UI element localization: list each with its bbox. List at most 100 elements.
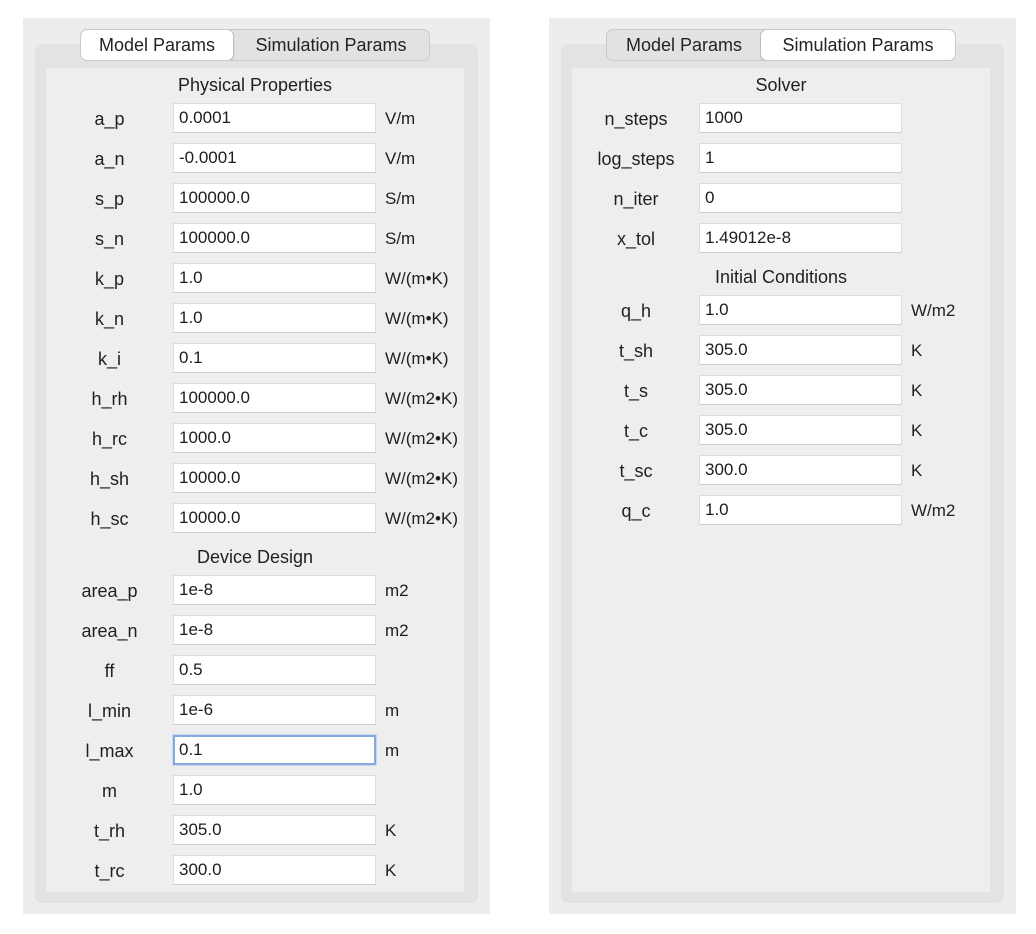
param-input-h-sh[interactable] xyxy=(173,463,376,493)
tab-model-params[interactable]: Model Params xyxy=(81,30,234,60)
param-label: k_n xyxy=(94,308,125,329)
param-input-area-p[interactable] xyxy=(173,575,376,605)
param-unit: V/m xyxy=(385,149,416,168)
param-label: a_p xyxy=(94,108,125,129)
param-row-k-n: k_n W/(m•K) xyxy=(46,302,464,336)
param-unit: m xyxy=(385,701,400,720)
param-label: l_min xyxy=(87,700,131,721)
param-input-s-n[interactable] xyxy=(173,223,376,253)
simulation-params-panel: Model Params Simulation Params Solver n_… xyxy=(549,18,1016,914)
model-params-panel: Model Params Simulation Params Physical … xyxy=(23,18,490,914)
param-row-area-p: area_p m2 xyxy=(46,574,464,608)
param-row-k-p: k_p W/(m•K) xyxy=(46,262,464,296)
param-row-s-p: s_p S/m xyxy=(46,182,464,216)
param-unit: W/(m2•K) xyxy=(385,509,458,528)
param-label: q_c xyxy=(621,500,651,521)
param-label: t_rh xyxy=(93,820,126,841)
param-row-area-n: area_n m2 xyxy=(46,614,464,648)
param-unit: W/(m•K) xyxy=(385,309,449,328)
param-label: area_n xyxy=(81,620,138,641)
param-row-k-i: k_i W/(m•K) xyxy=(46,342,464,376)
param-label: k_p xyxy=(94,268,125,289)
param-unit: W/(m2•K) xyxy=(385,429,458,448)
param-input-a-p[interactable] xyxy=(173,103,376,133)
param-label: t_sc xyxy=(619,460,653,481)
param-input-t-rh[interactable] xyxy=(173,815,376,845)
param-label: t_s xyxy=(623,380,648,401)
param-input-log-steps[interactable] xyxy=(699,143,902,173)
param-row-l-min: l_min m xyxy=(46,694,464,728)
param-input-h-sc[interactable] xyxy=(173,503,376,533)
param-input-t-s[interactable] xyxy=(699,375,902,405)
param-row-t-sh: t_sh K xyxy=(572,334,990,368)
param-input-x-tol[interactable] xyxy=(699,223,902,253)
param-input-t-c[interactable] xyxy=(699,415,902,445)
param-input-k-n[interactable] xyxy=(173,303,376,333)
param-input-k-i[interactable] xyxy=(173,343,376,373)
param-label: n_steps xyxy=(604,108,668,129)
param-row-h-sh: h_sh W/(m2•K) xyxy=(46,462,464,496)
param-label: t_rc xyxy=(94,860,125,881)
param-label: h_sc xyxy=(90,508,129,529)
param-row-l-max: l_max m xyxy=(46,734,464,768)
tab-simulation-params[interactable]: Simulation Params xyxy=(760,30,955,60)
param-input-l-min[interactable] xyxy=(173,695,376,725)
param-label: h_sh xyxy=(89,468,130,489)
tab-model-params[interactable]: Model Params xyxy=(607,30,761,60)
param-row-a-n: a_n V/m xyxy=(46,142,464,176)
param-unit: K xyxy=(911,421,923,440)
param-unit: K xyxy=(385,861,397,880)
param-input-s-p[interactable] xyxy=(173,183,376,213)
param-input-q-h[interactable] xyxy=(699,295,902,325)
param-row-ff: ff xyxy=(46,654,464,688)
param-input-n-iter[interactable] xyxy=(699,183,902,213)
param-input-h-rc[interactable] xyxy=(173,423,376,453)
param-row-n-iter: n_iter xyxy=(572,182,990,216)
param-row-q-h: q_h W/m2 xyxy=(572,294,990,328)
param-unit: S/m xyxy=(385,229,416,248)
param-input-t-sh[interactable] xyxy=(699,335,902,365)
param-input-m[interactable] xyxy=(173,775,376,805)
param-input-t-sc[interactable] xyxy=(699,455,902,485)
param-unit: K xyxy=(911,461,923,480)
param-label: n_iter xyxy=(613,188,659,209)
param-label: s_p xyxy=(94,188,125,209)
param-label: q_h xyxy=(620,300,652,321)
param-input-h-rh[interactable] xyxy=(173,383,376,413)
param-input-q-c[interactable] xyxy=(699,495,902,525)
param-row-t-sc: t_sc K xyxy=(572,454,990,488)
param-row-h-rh: h_rh W/(m2•K) xyxy=(46,382,464,416)
tab-bar: Model Params Simulation Params xyxy=(80,29,430,61)
param-label: x_tol xyxy=(616,228,656,249)
param-row-t-s: t_s K xyxy=(572,374,990,408)
param-label: l_max xyxy=(85,740,134,761)
param-row-t-c: t_c K xyxy=(572,414,990,448)
param-label: m xyxy=(102,780,117,801)
param-label: a_n xyxy=(94,148,125,169)
param-input-a-n[interactable] xyxy=(173,143,376,173)
param-label: area_p xyxy=(81,580,138,601)
section-device-design: Device Design xyxy=(196,546,314,567)
param-input-l-max[interactable] xyxy=(173,735,376,765)
param-unit: K xyxy=(911,341,923,360)
param-unit: W/(m2•K) xyxy=(385,389,458,408)
param-unit: m2 xyxy=(385,581,409,600)
param-row-t-rc: t_rc K xyxy=(46,854,464,888)
section-solver: Solver xyxy=(755,74,807,95)
param-input-area-n[interactable] xyxy=(173,615,376,645)
param-label: h_rh xyxy=(91,388,128,409)
param-row-s-n: s_n S/m xyxy=(46,222,464,256)
param-row-q-c: q_c W/m2 xyxy=(572,494,990,528)
tab-simulation-params[interactable]: Simulation Params xyxy=(233,30,429,60)
param-input-n-steps[interactable] xyxy=(699,103,902,133)
param-label: log_steps xyxy=(597,148,675,169)
param-row-a-p: a_p V/m xyxy=(46,102,464,136)
param-label: h_rc xyxy=(91,428,127,449)
param-unit: K xyxy=(385,821,397,840)
param-row-n-steps: n_steps xyxy=(572,102,990,136)
param-row-h-sc: h_sc W/(m2•K) xyxy=(46,502,464,536)
param-input-k-p[interactable] xyxy=(173,263,376,293)
param-input-t-rc[interactable] xyxy=(173,855,376,885)
param-row-x-tol: x_tol xyxy=(572,222,990,256)
param-input-ff[interactable] xyxy=(173,655,376,685)
